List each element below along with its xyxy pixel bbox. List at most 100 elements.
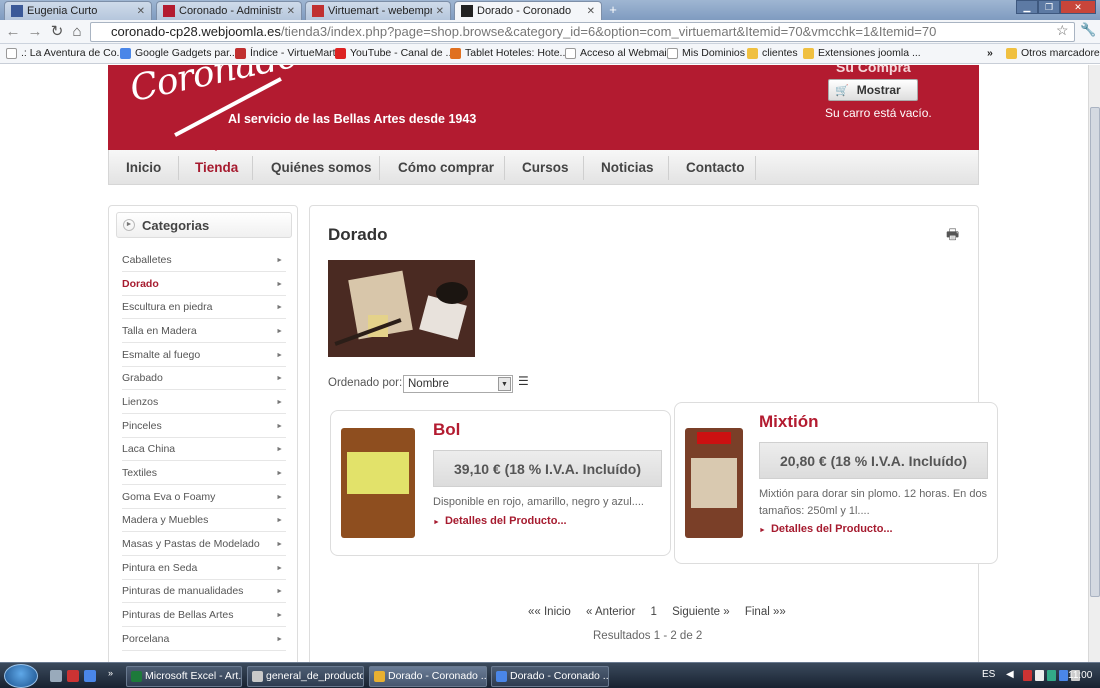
- close-icon[interactable]: ✕: [436, 6, 444, 17]
- nav-contacto[interactable]: Contacto: [686, 150, 745, 185]
- product-details-link[interactable]: ► Detalles del Producto...: [759, 523, 893, 535]
- category-item[interactable]: Dorado ►: [122, 273, 286, 296]
- quicklaunch-overflow-icon[interactable]: »: [108, 668, 120, 680]
- browser-tab-admin[interactable]: Coronado - Administraci... ✕: [156, 1, 302, 20]
- product-details-link[interactable]: ► Detalles del Producto...: [433, 515, 567, 527]
- category-item[interactable]: Laca China ►: [122, 438, 286, 461]
- pdf-icon[interactable]: [67, 670, 79, 682]
- close-icon[interactable]: ✕: [287, 6, 295, 17]
- pagination-page[interactable]: 1: [650, 606, 656, 618]
- taskbar-item-chrome[interactable]: Dorado - Coronado ...: [369, 666, 487, 687]
- close-icon[interactable]: ✕: [137, 6, 145, 17]
- category-item[interactable]: Esmalte al fuego ►: [122, 344, 286, 367]
- bookmarks-overflow-button[interactable]: »: [987, 47, 993, 59]
- pagination: «« Inicio « Anterior 1 Siguiente » Final…: [528, 606, 798, 618]
- nav-como-comprar[interactable]: Cómo comprar: [398, 150, 494, 185]
- home-button[interactable]: ⌂: [68, 23, 86, 41]
- category-item[interactable]: Pinturas de Bellas Artes ►: [122, 604, 286, 627]
- nav-inicio[interactable]: Inicio: [126, 150, 161, 185]
- clock[interactable]: 11:00: [1068, 670, 1092, 681]
- site-logo[interactable]: Coronado: [126, 65, 300, 110]
- category-item[interactable]: Talla en Madera ►: [122, 320, 286, 343]
- pagination-first[interactable]: «« Inicio: [528, 606, 571, 618]
- language-indicator[interactable]: ES: [982, 669, 995, 680]
- taskbar-item-excel[interactable]: Microsoft Excel - Art...: [126, 666, 242, 687]
- bookmark-folder[interactable]: Extensiones joomla ...: [803, 47, 921, 59]
- nav-noticias[interactable]: Noticias: [601, 150, 654, 185]
- product-image[interactable]: [685, 428, 743, 538]
- category-item[interactable]: Pinceles ►: [122, 415, 286, 438]
- bookmark-item[interactable]: .: La Aventura de Co...: [6, 47, 125, 59]
- pagination-last[interactable]: Final »»: [745, 606, 786, 618]
- main-navigation: Inicio Tienda Quiénes somos Cómo comprar…: [108, 147, 979, 185]
- sort-direction-icon[interactable]: ☰: [518, 374, 529, 388]
- show-cart-button[interactable]: 🛒 Mostrar: [828, 79, 918, 101]
- network-icon[interactable]: [1059, 670, 1068, 681]
- bookmark-item[interactable]: Acceso al Webmail: [565, 47, 669, 59]
- scrollbar-thumb[interactable]: [1090, 107, 1100, 597]
- tray-app-icon[interactable]: [1023, 670, 1032, 681]
- browser-tab-facebook[interactable]: Eugenia Curto ✕: [4, 1, 152, 20]
- wrench-menu-icon[interactable]: 🔧: [1080, 22, 1096, 38]
- start-button[interactable]: [4, 664, 38, 688]
- category-label: Grabado: [122, 372, 163, 384]
- category-item[interactable]: Grabado ►: [122, 367, 286, 390]
- other-bookmarks-folder[interactable]: Otros marcadores: [1006, 47, 1100, 59]
- back-button[interactable]: ←: [4, 23, 22, 41]
- maximize-button[interactable]: ❐: [1038, 0, 1060, 14]
- tray-app-icon[interactable]: [1047, 670, 1056, 681]
- category-item[interactable]: Lienzos ►: [122, 391, 286, 414]
- browser-tabstrip: Eugenia Curto ✕ Coronado - Administraci.…: [0, 0, 1100, 20]
- address-bar[interactable]: coronado-cp28.webjoomla.es/tienda3/index…: [90, 22, 1075, 42]
- category-item[interactable]: Masas y Pastas de Modelado ►: [122, 533, 286, 556]
- close-icon[interactable]: ✕: [587, 6, 595, 17]
- app-launcher-icon[interactable]: [84, 670, 96, 682]
- page-icon: [667, 47, 678, 59]
- bookmark-star-icon[interactable]: ☆: [1056, 22, 1069, 39]
- pagination-next[interactable]: Siguiente »: [672, 606, 730, 618]
- tray-expand-icon[interactable]: ◀: [1006, 669, 1014, 680]
- bookmark-item[interactable]: YouTube - Canal de ...: [335, 47, 454, 59]
- tray-app-icon[interactable]: [1035, 670, 1044, 681]
- category-item[interactable]: Textiles ►: [122, 462, 286, 485]
- browser-tab-dorado[interactable]: Dorado - Coronado ✕: [454, 1, 602, 20]
- arrow-right-icon: ►: [433, 519, 440, 526]
- bookmark-item[interactable]: Tablet Hoteles: Hote...: [450, 47, 568, 59]
- pagination-prev[interactable]: « Anterior: [586, 606, 635, 618]
- product-image[interactable]: [341, 428, 415, 538]
- category-item[interactable]: Goma Eva o Foamy ►: [122, 486, 286, 509]
- nav-cursos[interactable]: Cursos: [522, 150, 569, 185]
- virtuemart-icon: [235, 47, 246, 59]
- bookmark-label: Otros marcadores: [1021, 47, 1100, 59]
- vertical-scrollbar[interactable]: [1088, 65, 1100, 662]
- category-item[interactable]: Escultura en piedra ►: [122, 296, 286, 319]
- nav-tienda[interactable]: Tienda: [195, 150, 238, 185]
- category-item[interactable]: Madera y Muebles ►: [122, 509, 286, 532]
- taskbar-item-folder[interactable]: general_de_productos: [247, 666, 364, 687]
- show-desktop-icon[interactable]: [50, 670, 62, 682]
- close-window-button[interactable]: ✕: [1060, 0, 1096, 14]
- nav-quienes-somos[interactable]: Quiénes somos: [271, 150, 372, 185]
- taskbar-item-ie[interactable]: Dorado - Coronado ...: [491, 666, 609, 687]
- category-item[interactable]: Porcelana ►: [122, 628, 286, 651]
- product-name[interactable]: Bol: [433, 420, 460, 440]
- category-item[interactable]: Pinturas de manualidades ►: [122, 580, 286, 603]
- categories-sidebar: ► Categorias Caballetes ► Dorado ► Escultur…: [108, 205, 298, 662]
- bookmark-item[interactable]: Mis Dominios: [667, 47, 745, 59]
- minimize-button[interactable]: ▁: [1016, 0, 1038, 14]
- sort-select[interactable]: Nombre ▼: [403, 375, 513, 393]
- product-description: Disponible en rojo, amarillo, negro y az…: [433, 496, 644, 508]
- reload-button[interactable]: ↻: [48, 23, 66, 41]
- bookmark-item[interactable]: Google Gadgets par...: [120, 47, 238, 59]
- forward-button[interactable]: →: [26, 23, 44, 41]
- category-item[interactable]: Pintura en Seda ►: [122, 557, 286, 580]
- sort-label: Ordenado por:: [328, 377, 403, 389]
- print-icon[interactable]: 🖶: [946, 224, 959, 248]
- bookmark-item[interactable]: Índice - VirtueMart: [235, 47, 336, 59]
- product-name[interactable]: Mixtión: [759, 412, 819, 432]
- new-tab-button[interactable]: +: [604, 3, 622, 17]
- bookmark-folder[interactable]: clientes: [747, 47, 798, 59]
- hotel-icon: [450, 47, 461, 59]
- browser-tab-virtuemart[interactable]: Virtuemart - webempresa... ✕: [305, 1, 451, 20]
- category-item[interactable]: Caballetes ►: [122, 249, 286, 272]
